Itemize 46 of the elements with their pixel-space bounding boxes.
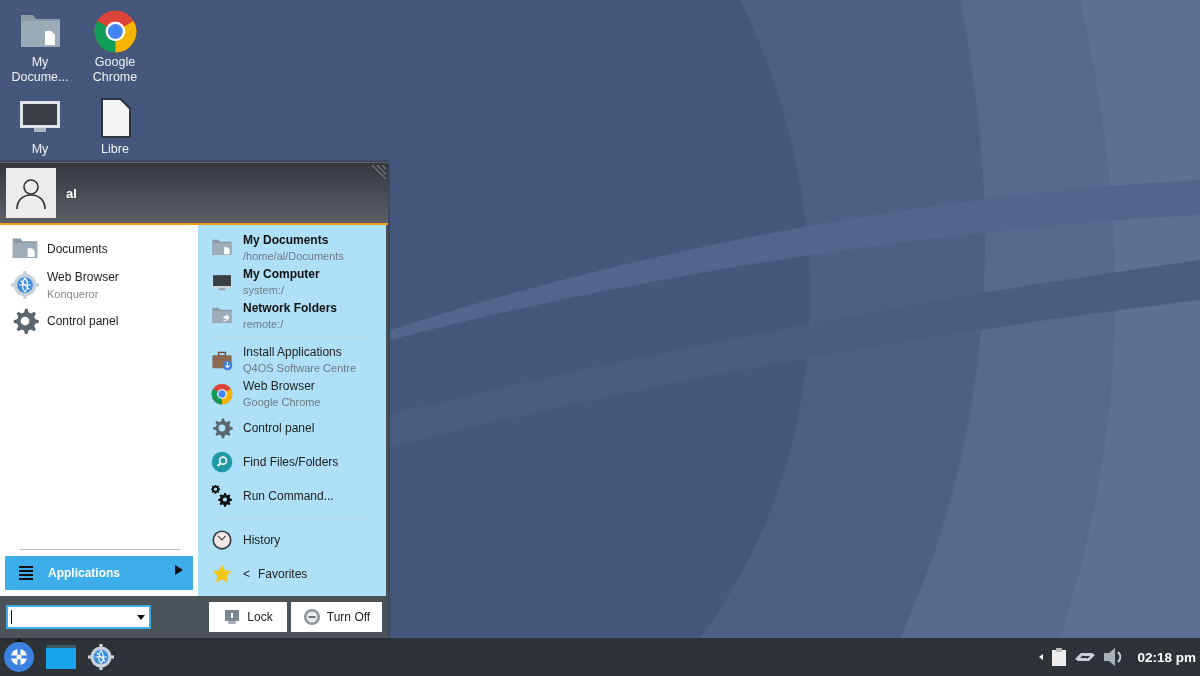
favorite-item[interactable]: Control panel (0, 303, 198, 339)
triangle-left-icon (1039, 654, 1044, 660)
menu-item[interactable]: Find Files/Folders (198, 445, 386, 479)
clock[interactable]: 02:18 pm (1137, 649, 1196, 665)
menu-item[interactable]: Control panel (198, 411, 386, 445)
user-icon (14, 176, 48, 210)
settings-icon (11, 307, 39, 335)
menu-item[interactable]: History (198, 523, 386, 557)
gear-globe-icon (88, 644, 114, 670)
user-name: al (66, 185, 77, 201)
crosshair-icon (8, 646, 30, 668)
star-icon (211, 563, 233, 585)
power-off-icon (302, 608, 321, 626)
menu-item[interactable]: < Favorites (198, 557, 386, 591)
menu-item[interactable]: Run Command... (198, 479, 386, 513)
menu-item[interactable]: Install Applications Q4OS Software Centre (198, 343, 386, 377)
clock-icon (211, 529, 233, 551)
list-icon (18, 565, 34, 581)
menu-item[interactable]: My Documents /home/al/Documents (198, 231, 386, 265)
search-icon (211, 451, 233, 473)
resize-grip-icon (370, 165, 386, 181)
dropdown-arrow-icon (137, 614, 145, 620)
chrome-icon (93, 9, 137, 53)
lock-screen-icon (223, 608, 242, 626)
gears-icon (211, 485, 233, 507)
user-avatar[interactable] (6, 168, 56, 218)
icon-label[interactable]: Libre (82, 142, 148, 157)
settings-icon (211, 417, 233, 439)
icon-label[interactable]: My (7, 142, 73, 157)
start-button[interactable] (4, 642, 34, 672)
triangle-right-icon (175, 565, 183, 575)
lock-button[interactable]: Lock (209, 602, 287, 632)
menu-item[interactable]: Web Browser Google Chrome (198, 377, 386, 411)
favorite-item[interactable]: Web Browser Konqueror (0, 267, 198, 303)
chrome-icon (211, 383, 233, 405)
clipboard-icon (1051, 647, 1068, 667)
menu-item[interactable]: My Computer system:/ (198, 265, 386, 299)
favorite-item[interactable]: Documents (0, 231, 198, 267)
window-icon (46, 645, 76, 669)
turn-off-button[interactable]: Turn Off (291, 602, 382, 632)
briefcase-icon (211, 349, 233, 371)
icon-label[interactable]: Google Chrome (82, 55, 148, 85)
menu-pointer-icon (15, 638, 23, 642)
icon-label[interactable]: My Docume... (7, 55, 73, 85)
gear-globe-icon (11, 271, 39, 299)
menu-item[interactable]: Network Folders remote:/ (198, 299, 386, 333)
